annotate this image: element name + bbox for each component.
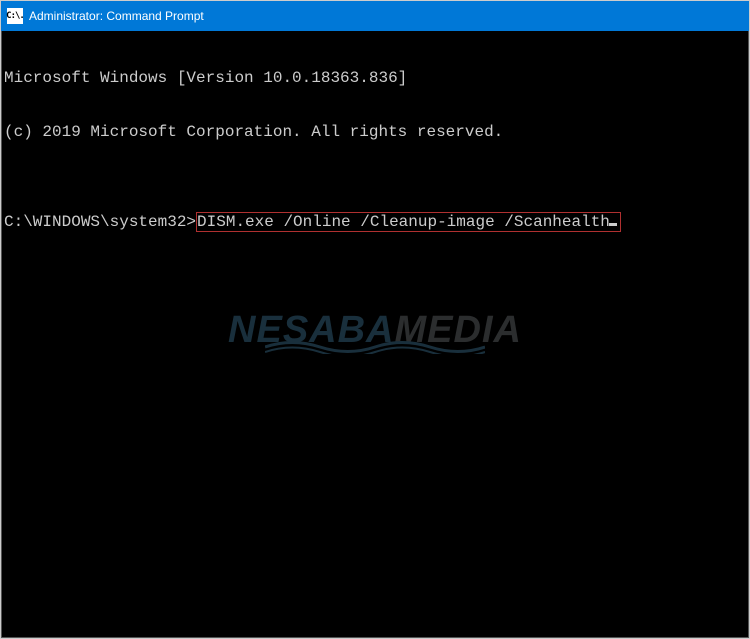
cmd-icon: C:\. bbox=[7, 8, 23, 24]
window-title: Administrator: Command Prompt bbox=[29, 9, 749, 23]
cursor-icon bbox=[609, 223, 617, 226]
titlebar[interactable]: C:\. Administrator: Command Prompt bbox=[1, 1, 749, 31]
terminal-prompt-line: C:\WINDOWS\system32>DISM.exe /Online /Cl… bbox=[2, 213, 748, 231]
terminal-output-line: Microsoft Windows [Version 10.0.18363.83… bbox=[2, 69, 748, 87]
watermark-text-2: MEDIA bbox=[395, 309, 522, 351]
watermark: NESABAMEDIA bbox=[228, 321, 522, 347]
typed-command: DISM.exe /Online /Cleanup-image /Scanhea… bbox=[196, 212, 621, 232]
terminal-output-line: (c) 2019 Microsoft Corporation. All righ… bbox=[2, 123, 748, 141]
prompt-path: C:\WINDOWS\system32> bbox=[4, 213, 196, 231]
watermark-text-1: NESABA bbox=[228, 309, 394, 351]
terminal-area[interactable]: Microsoft Windows [Version 10.0.18363.83… bbox=[1, 31, 749, 638]
wave-icon bbox=[228, 333, 522, 347]
